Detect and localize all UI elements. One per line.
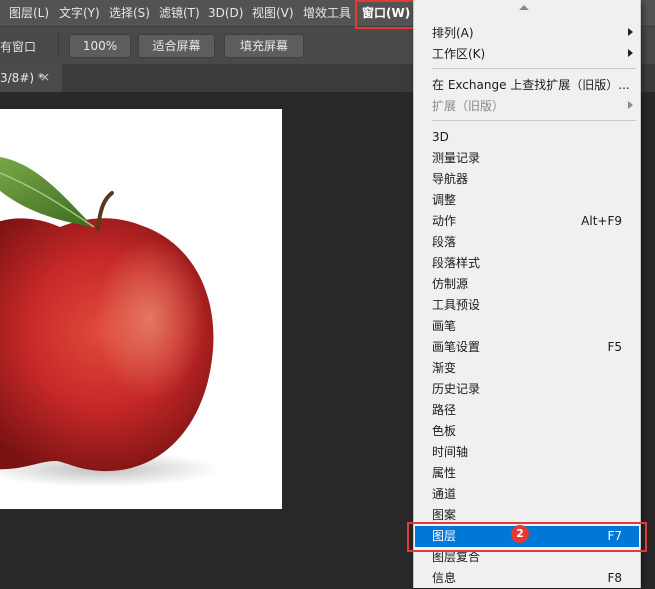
menu-type[interactable]: 文字(Y) — [59, 5, 100, 21]
menu-item-properties[interactable]: 属性 — [415, 463, 639, 484]
menu-item-brush-settings[interactable]: 画笔设置 F5 — [415, 337, 639, 358]
menu-select[interactable]: 选择(S) — [109, 5, 150, 21]
menu-item-navigator[interactable]: 导航器 — [415, 169, 639, 190]
menu-item-label: 画笔 — [432, 319, 457, 333]
menu-item-label: 图层复合 — [432, 550, 481, 564]
menu-item-tool-presets[interactable]: 工具预设 — [415, 295, 639, 316]
chevron-right-icon — [628, 49, 633, 57]
menu-item-timeline[interactable]: 时间轴 — [415, 442, 639, 463]
close-icon[interactable]: × — [40, 70, 50, 84]
menu-item-brushes[interactable]: 画笔 — [415, 316, 639, 337]
menu-item-info[interactable]: 信息 F8 — [415, 568, 639, 589]
callout-badge-2: 2 — [511, 525, 529, 543]
menu-item-label: 色板 — [432, 424, 457, 438]
menu-item-label: 路径 — [432, 403, 457, 417]
menu-item-shortcut: Alt+F9 — [581, 214, 622, 228]
menu-item-history[interactable]: 历史记录 — [415, 379, 639, 400]
menu-item-label: 3D — [432, 130, 449, 144]
menu-item-label: 工作区(K) — [432, 47, 486, 61]
menu-item-label: 扩展（旧版） — [432, 99, 505, 113]
menu-separator — [432, 120, 636, 121]
menu-item-label: 段落 — [432, 235, 457, 249]
menu-item-workspace[interactable]: 工作区(K) — [415, 44, 639, 65]
menu-item-paragraph[interactable]: 段落 — [415, 232, 639, 253]
menu-item-label: 画笔设置 — [432, 340, 481, 354]
menu-item-label: 测量记录 — [432, 151, 481, 165]
chevron-right-icon — [628, 28, 633, 36]
chevron-right-icon — [628, 101, 633, 109]
menu-item-shortcut: F8 — [607, 571, 622, 585]
menu-item-arrange[interactable]: 排列(A) — [415, 23, 639, 44]
menu-filter[interactable]: 滤镜(T) — [159, 5, 200, 21]
menu-item-label: 动作 — [432, 214, 457, 228]
menu-item-label: 段落样式 — [432, 256, 481, 270]
all-windows-label[interactable]: 有窗口 — [0, 38, 36, 55]
menu-separator — [432, 68, 636, 69]
menu-item-adjustments[interactable]: 调整 — [415, 190, 639, 211]
zoom-100-button[interactable]: 100% — [69, 34, 131, 58]
fit-screen-button[interactable]: 适合屏幕 — [138, 34, 215, 58]
menu-item-label: 渐变 — [432, 361, 457, 375]
menu-item-label: 导航器 — [432, 172, 469, 186]
menu-item-label: 信息 — [432, 571, 457, 585]
divider — [58, 33, 59, 57]
menu-plugins[interactable]: 增效工具 — [303, 5, 351, 21]
scroll-up-icon[interactable] — [519, 5, 529, 10]
menu-item-label: 时间轴 — [432, 445, 469, 459]
fill-screen-button[interactable]: 填充屏幕 — [224, 34, 304, 58]
menu-item-label: 历史记录 — [432, 382, 481, 396]
menu-item-gradients[interactable]: 渐变 — [415, 358, 639, 379]
menu-item-label: 调整 — [432, 193, 457, 207]
menu-item-label: 仿制源 — [432, 277, 469, 291]
menu-item-channels[interactable]: 通道 — [415, 484, 639, 505]
document-tab-title: 3/8#) * — [0, 71, 44, 85]
menu-item-paths[interactable]: 路径 — [415, 400, 639, 421]
apple-image — [0, 157, 220, 487]
menu-item-swatches[interactable]: 色板 — [415, 421, 639, 442]
menu-item-paragraph-styles[interactable]: 段落样式 — [415, 253, 639, 274]
menu-item-extensions: 扩展（旧版） — [415, 96, 639, 117]
menu-item-clone-source[interactable]: 仿制源 — [415, 274, 639, 295]
menu-item-measurement-log[interactable]: 测量记录 — [415, 148, 639, 169]
menu-item-label: 在 Exchange 上查找扩展（旧版）... — [432, 78, 630, 92]
menu-item-actions[interactable]: 动作 Alt+F9 — [415, 211, 639, 232]
menu-item-label: 图案 — [432, 508, 457, 522]
menu-item-shortcut: F5 — [607, 340, 622, 354]
document-tab[interactable]: 3/8#) * × — [0, 64, 62, 92]
window-menu-dropdown: 排列(A) 工作区(K) 在 Exchange 上查找扩展（旧版）... 扩展（… — [413, 0, 641, 588]
menu-layer[interactable]: 图层(L) — [9, 5, 49, 21]
menu-item-label: 属性 — [432, 466, 457, 480]
document-canvas[interactable] — [0, 109, 282, 509]
callout-window-menu — [355, 0, 417, 29]
menu-item-label: 工具预设 — [432, 298, 481, 312]
menu-item-find-extensions[interactable]: 在 Exchange 上查找扩展（旧版）... — [415, 75, 639, 96]
menu-item-label: 通道 — [432, 487, 457, 501]
menu-item-label: 排列(A) — [432, 26, 474, 40]
menu-3d[interactable]: 3D(D) — [208, 5, 243, 21]
menu-view[interactable]: 视图(V) — [252, 5, 294, 21]
menu-item-3d[interactable]: 3D — [415, 127, 639, 148]
